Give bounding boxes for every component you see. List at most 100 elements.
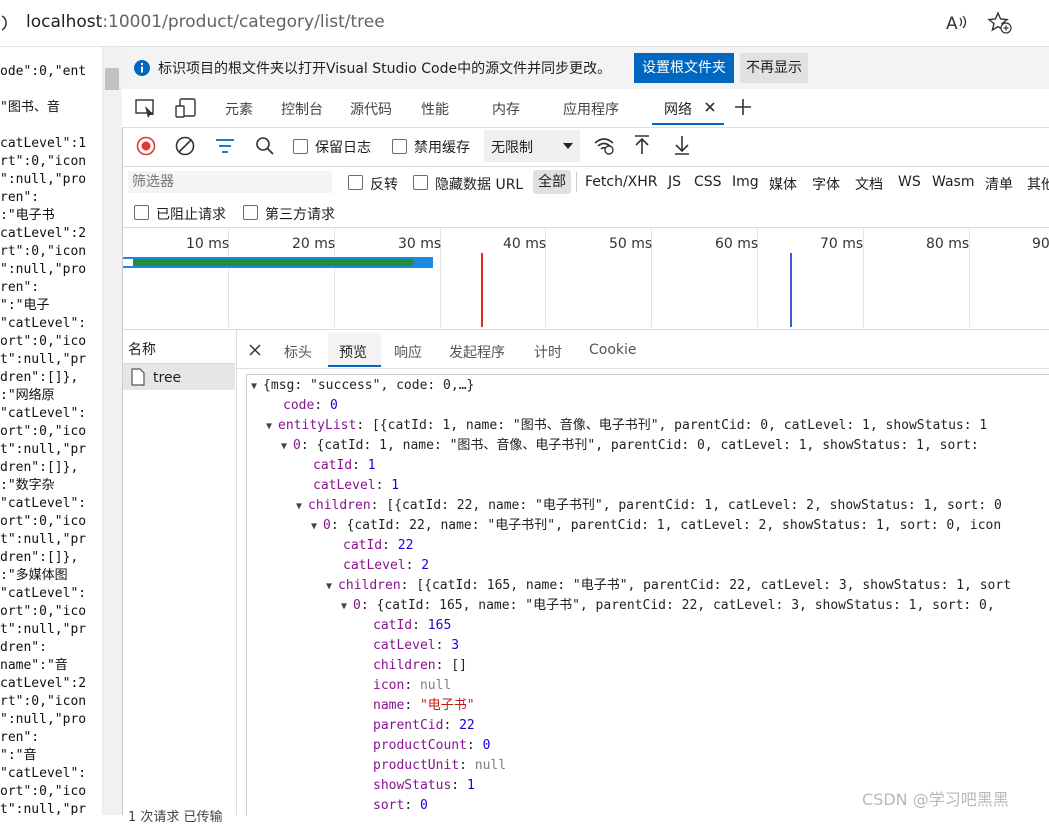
load-event-line	[481, 253, 483, 327]
timeline-label: 20 ms	[292, 236, 336, 252]
dom-content-loaded-line	[790, 253, 792, 327]
filter-icon[interactable]	[215, 138, 235, 154]
expand-triangle-icon[interactable]: ▼	[266, 421, 278, 432]
tree-row-item-22[interactable]: ▼ 0: {catId: 22, name: "电子书刊", parentCid…	[311, 516, 1049, 537]
tab-headers[interactable]: 标头	[284, 342, 312, 362]
raw-json-line: ort":0,"ico	[0, 514, 87, 529]
expand-triangle-icon[interactable]: ▼	[311, 521, 323, 532]
filter-doc[interactable]: 文档	[855, 174, 883, 194]
dont-show-again-button[interactable]: 不再显示	[740, 53, 808, 83]
scrollbar-thumb[interactable]	[105, 68, 119, 90]
info-icon[interactable]	[0, 14, 10, 32]
raw-json-line: "catLevel":	[0, 316, 87, 331]
network-conditions-icon[interactable]	[592, 134, 616, 156]
timeline-overview[interactable]	[122, 227, 1049, 330]
read-aloud-icon[interactable]: A	[945, 12, 969, 34]
raw-json-line: ort":0,"ico	[0, 424, 87, 439]
invert-label: 反转	[370, 177, 398, 193]
raw-json-line: dren":[]},	[0, 370, 79, 385]
filter-fetch-xhr[interactable]: Fetch/XHR	[585, 174, 658, 190]
name-column-header[interactable]: 名称	[128, 339, 156, 359]
tab-network[interactable]: 网络	[664, 99, 692, 119]
raw-json-line: dren":[]},	[0, 460, 79, 475]
raw-json-line: t":null,"pr	[0, 352, 87, 367]
filter-js[interactable]: JS	[668, 174, 681, 190]
tree-row-productcount: productCount: 0	[373, 738, 491, 753]
third-party-label: 第三方请求	[265, 207, 335, 223]
tree-row-children[interactable]: ▼ children: [{catId: 22, name: "电子书刊", p…	[296, 496, 1049, 517]
active-tab-indicator	[652, 123, 724, 125]
filter-img[interactable]: Img	[732, 174, 759, 190]
import-har-icon[interactable]	[633, 134, 651, 156]
device-emulation-icon[interactable]	[174, 97, 198, 119]
raw-json-line: rt":0,"icon	[0, 154, 87, 169]
request-list-panel	[122, 329, 237, 815]
expand-triangle-icon[interactable]: ▼	[296, 501, 308, 512]
blocked-requests-checkbox[interactable]	[134, 205, 149, 220]
expand-triangle-icon[interactable]: ▼	[341, 601, 353, 612]
clear-icon[interactable]	[175, 136, 195, 156]
tab-console[interactable]: 控制台	[281, 99, 323, 119]
disable-cache-checkbox[interactable]	[392, 139, 407, 154]
raw-json-line: "catLevel":	[0, 766, 87, 781]
throttle-value: 无限制	[491, 140, 533, 156]
tab-timing[interactable]: 计时	[534, 342, 562, 362]
hide-data-urls-label: 隐藏数据 URL	[435, 177, 524, 193]
tree-row-item-0[interactable]: ▼ 0: {catId: 1, name: "图书、音像、电子书刊", pare…	[281, 436, 1049, 457]
tree-row-showstatus: showStatus: 1	[373, 778, 475, 793]
chevron-down-icon	[562, 141, 574, 151]
raw-json-line: :"数字杂	[0, 478, 55, 493]
close-tab-icon[interactable]	[704, 101, 716, 113]
tab-elements[interactable]: 元素	[225, 99, 253, 119]
tree-row-icon: icon: null	[373, 678, 452, 693]
record-icon[interactable]	[136, 136, 156, 156]
export-har-icon[interactable]	[673, 134, 691, 156]
filter-all-button[interactable]: 全部	[533, 170, 571, 194]
tab-preview[interactable]: 预览	[339, 342, 367, 362]
filter-wasm[interactable]: Wasm	[932, 174, 974, 190]
filter-media[interactable]: 媒体	[769, 174, 797, 194]
timeline-label: 40 ms	[503, 236, 547, 252]
raw-json-line: ":null,"pro	[0, 712, 87, 727]
search-icon[interactable]	[255, 136, 275, 156]
filter-css[interactable]: CSS	[694, 174, 722, 190]
inspect-element-icon[interactable]	[134, 97, 158, 119]
raw-json-line: rt":0,"icon	[0, 694, 87, 709]
raw-json-line: dren":	[0, 640, 47, 655]
watermark: CSDN @学习吧黑黑	[862, 790, 1009, 809]
filter-font[interactable]: 字体	[812, 174, 840, 194]
tab-performance[interactable]: 性能	[421, 99, 449, 119]
preserve-log-checkbox[interactable]	[293, 139, 308, 154]
tree-row-children[interactable]: ▼ children: [{catId: 165, name: "电子书", p…	[326, 576, 1049, 597]
raw-json-line: :"电子书	[0, 208, 55, 223]
favorite-add-icon[interactable]	[987, 11, 1013, 35]
page-scrollbar[interactable]	[102, 47, 122, 815]
tab-memory[interactable]: 内存	[492, 99, 520, 119]
raw-json-line: t":null,"pr	[0, 622, 87, 637]
raw-json-line: ort":0,"ico	[0, 334, 87, 349]
raw-json-line: ren":	[0, 190, 40, 205]
tree-row-root[interactable]: ▼ {msg: "success", code: 0,…}	[251, 376, 474, 397]
add-tab-icon[interactable]	[733, 97, 753, 117]
tab-cookies[interactable]: Cookie	[589, 342, 637, 358]
hide-data-urls-checkbox[interactable]	[413, 175, 428, 190]
raw-json-line: ":"电子	[0, 298, 50, 313]
filter-other[interactable]: 其他	[1027, 174, 1049, 194]
close-detail-icon[interactable]	[249, 344, 261, 356]
tree-row-entitylist[interactable]: ▼ entityList: [{catId: 1, name: "图书、音像、电…	[266, 416, 1049, 437]
set-root-folder-button[interactable]: 设置根文件夹	[634, 53, 734, 83]
third-party-checkbox[interactable]	[243, 205, 258, 220]
filter-manifest[interactable]: 清单	[985, 174, 1013, 194]
tab-sources[interactable]: 源代码	[350, 99, 392, 119]
tab-application[interactable]: 应用程序	[563, 99, 619, 119]
tab-initiator[interactable]: 发起程序	[449, 342, 505, 362]
expand-triangle-icon[interactable]: ▼	[281, 441, 293, 452]
filter-ws[interactable]: WS	[898, 174, 921, 190]
expand-triangle-icon[interactable]: ▼	[251, 381, 263, 392]
tab-response[interactable]: 响应	[394, 342, 422, 362]
expand-triangle-icon[interactable]: ▼	[326, 581, 338, 592]
filter-input[interactable]	[128, 171, 332, 193]
invert-checkbox[interactable]	[348, 175, 363, 190]
tree-row-item-165[interactable]: ▼ 0: {catId: 165, name: "电子书", parentCid…	[341, 596, 1049, 617]
url-field[interactable]: localhost:10001/product/category/list/tr…	[26, 12, 385, 32]
